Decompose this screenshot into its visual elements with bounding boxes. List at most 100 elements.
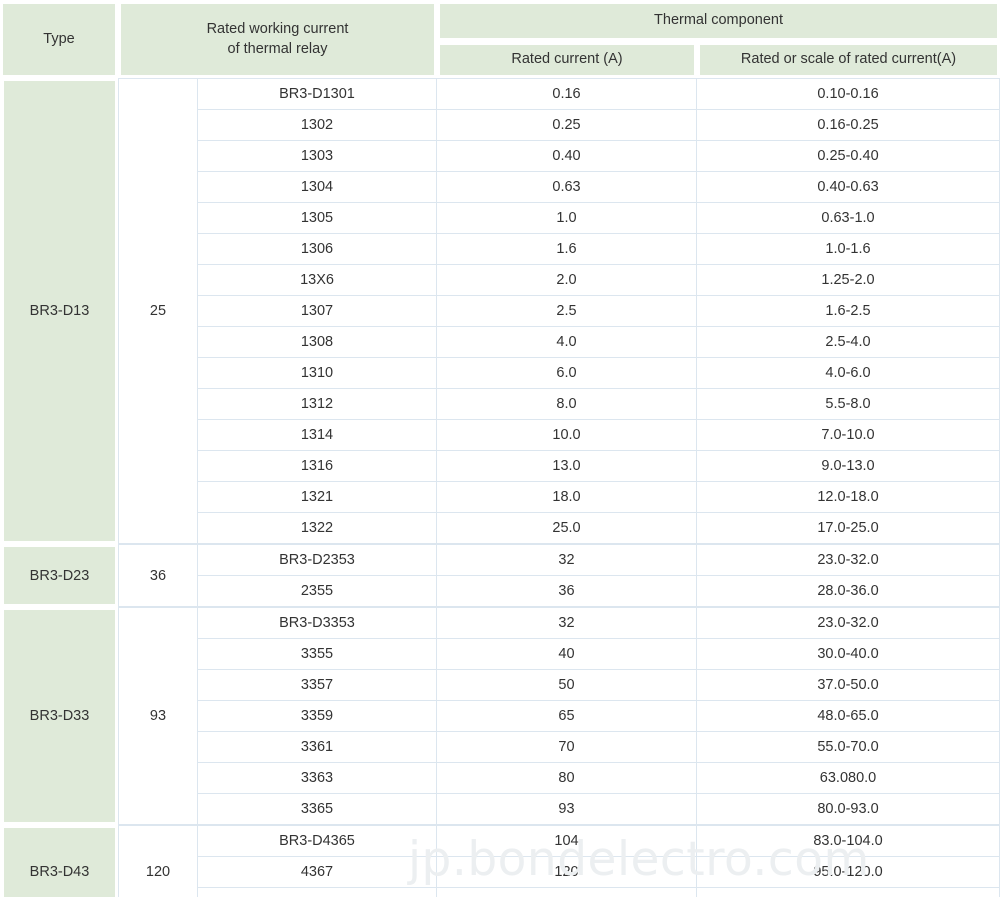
rated-current-cell: 6.0 bbox=[437, 358, 697, 389]
rated-current-cell: 10.0 bbox=[437, 420, 697, 451]
component-code-cell: 1310 bbox=[198, 358, 437, 389]
rated-scale-cell: 95.0-120.0 bbox=[697, 857, 1000, 888]
component-code-cell: 1314 bbox=[198, 420, 437, 451]
component-code-cell: 1308 bbox=[198, 327, 437, 358]
component-code-cell: BR3-D2353 bbox=[198, 544, 437, 576]
header-row-top: Type Rated working current of thermal re… bbox=[0, 0, 1000, 78]
component-code-cell: BR3-D3353 bbox=[198, 607, 437, 639]
rated-scale-cell: 1.0-1.6 bbox=[697, 234, 1000, 265]
rated-scale-cell: 110.0-140.0 bbox=[697, 888, 1000, 897]
table-row: BR3-D13 25 BR3-D1301 0.16 0.10-0.16 bbox=[0, 78, 1000, 544]
rated-current-cell: 70 bbox=[437, 732, 697, 763]
rated-scale-cell: 1.25-2.0 bbox=[697, 265, 1000, 296]
rated-working-current-cell: 93 bbox=[118, 607, 198, 825]
header-type: Type bbox=[0, 0, 118, 78]
rated-current-cell: 2.5 bbox=[437, 296, 697, 327]
rated-scale-cell: 80.0-93.0 bbox=[697, 794, 1000, 825]
spec-table-page: Type Rated working current of thermal re… bbox=[0, 0, 1000, 897]
component-code-cell: 3365 bbox=[198, 794, 437, 825]
rated-scale-cell: 63.080.0 bbox=[697, 763, 1000, 794]
rated-scale-cell: 30.0-40.0 bbox=[697, 639, 1000, 670]
rated-scale-cell: 9.0-13.0 bbox=[697, 451, 1000, 482]
table-row: BR3-D23 36 BR3-D2353 32 23.0-32.0 bbox=[0, 544, 1000, 607]
rated-working-current-cell: 25 bbox=[118, 78, 198, 544]
rated-current-cell: 0.63 bbox=[437, 172, 697, 203]
rated-current-cell: 0.40 bbox=[437, 141, 697, 172]
header-thermal-component: Thermal component bbox=[437, 0, 1000, 41]
rated-scale-cell: 23.0-32.0 bbox=[697, 607, 1000, 639]
component-code-cell: 1304 bbox=[198, 172, 437, 203]
rated-current-cell: 18.0 bbox=[437, 482, 697, 513]
rated-scale-cell: 17.0-25.0 bbox=[697, 513, 1000, 544]
table-header: Type Rated working current of thermal re… bbox=[0, 0, 1000, 78]
rated-scale-cell: 48.0-65.0 bbox=[697, 701, 1000, 732]
component-code-cell: 3355 bbox=[198, 639, 437, 670]
header-rated-current: Rated current (A) bbox=[437, 41, 697, 78]
rated-current-cell: 1.0 bbox=[437, 203, 697, 234]
rated-current-cell: 1.6 bbox=[437, 234, 697, 265]
rated-current-cell: 32 bbox=[437, 544, 697, 576]
component-code-cell: 3357 bbox=[198, 670, 437, 701]
component-code-cell: 1302 bbox=[198, 110, 437, 141]
rated-current-cell: 80 bbox=[437, 763, 697, 794]
component-code-cell: 3361 bbox=[198, 732, 437, 763]
rated-scale-cell: 1.6-2.5 bbox=[697, 296, 1000, 327]
rated-current-cell: 4.0 bbox=[437, 327, 697, 358]
type-group-cell: BR3-D23 bbox=[0, 544, 118, 607]
rated-current-cell: 104 bbox=[437, 825, 697, 857]
header-rated-working-current-line1: Rated working current bbox=[206, 20, 349, 37]
rated-scale-cell: 0.63-1.0 bbox=[697, 203, 1000, 234]
component-code-cell: 3359 bbox=[198, 701, 437, 732]
component-code-cell: 4367 bbox=[198, 857, 437, 888]
component-code-cell: BR3-D4365 bbox=[198, 825, 437, 857]
component-code-cell: 1306 bbox=[198, 234, 437, 265]
component-code-cell: 1303 bbox=[198, 141, 437, 172]
component-code-cell: 1305 bbox=[198, 203, 437, 234]
table-row: BR3-D43 120 BR3-D4365 104 83.0-104.0 bbox=[0, 825, 1000, 897]
rated-scale-cell: 0.10-0.16 bbox=[697, 78, 1000, 110]
table-body: BR3-D13 25 BR3-D1301 0.16 0.10-0.16 1302 0.25 0… bbox=[0, 78, 1000, 897]
component-code-cell: BR3-D1301 bbox=[198, 78, 437, 110]
rated-scale-cell: 0.25-0.40 bbox=[697, 141, 1000, 172]
rated-scale-cell: 7.0-10.0 bbox=[697, 420, 1000, 451]
component-code-cell: 1312 bbox=[198, 389, 437, 420]
component-code-cell: 13X6 bbox=[198, 265, 437, 296]
rated-current-cell: 140 bbox=[437, 888, 697, 897]
component-code-cell: 4369 bbox=[198, 888, 437, 897]
component-code-cell: 2355 bbox=[198, 576, 437, 607]
component-code-cell: 1316 bbox=[198, 451, 437, 482]
rated-current-cell: 36 bbox=[437, 576, 697, 607]
rated-working-current-cell: 36 bbox=[118, 544, 198, 607]
rated-current-cell: 13.0 bbox=[437, 451, 697, 482]
rated-current-cell: 32 bbox=[437, 607, 697, 639]
rated-scale-cell: 23.0-32.0 bbox=[697, 544, 1000, 576]
component-code-cell: 3363 bbox=[198, 763, 437, 794]
component-code-cell: 1322 bbox=[198, 513, 437, 544]
header-rated-scale: Rated or scale of rated current(A) bbox=[697, 41, 1000, 78]
component-code-cell: 1307 bbox=[198, 296, 437, 327]
table-row: BR3-D33 93 BR3-D3353 32 23.0-32.0 bbox=[0, 607, 1000, 825]
rated-current-cell: 93 bbox=[437, 794, 697, 825]
rated-working-current-cell: 120 bbox=[118, 825, 198, 897]
type-group-cell: BR3-D33 bbox=[0, 607, 118, 825]
rated-scale-cell: 0.16-0.25 bbox=[697, 110, 1000, 141]
rated-current-cell: 50 bbox=[437, 670, 697, 701]
rated-scale-cell: 2.5-4.0 bbox=[697, 327, 1000, 358]
rated-scale-cell: 5.5-8.0 bbox=[697, 389, 1000, 420]
rated-current-cell: 0.25 bbox=[437, 110, 697, 141]
rated-scale-cell: 83.0-104.0 bbox=[697, 825, 1000, 857]
rated-current-cell: 25.0 bbox=[437, 513, 697, 544]
header-rated-working-current-line2: of thermal relay bbox=[227, 40, 328, 57]
type-group-cell: BR3-D43 bbox=[0, 825, 118, 897]
rated-scale-cell: 12.0-18.0 bbox=[697, 482, 1000, 513]
rated-current-cell: 0.16 bbox=[437, 78, 697, 110]
type-group-cell: BR3-D13 bbox=[0, 78, 118, 544]
rated-scale-cell: 28.0-36.0 bbox=[697, 576, 1000, 607]
rated-current-cell: 65 bbox=[437, 701, 697, 732]
rated-scale-cell: 0.40-0.63 bbox=[697, 172, 1000, 203]
component-code-cell: 1321 bbox=[198, 482, 437, 513]
rated-current-cell: 120 bbox=[437, 857, 697, 888]
rated-scale-cell: 4.0-6.0 bbox=[697, 358, 1000, 389]
rated-current-cell: 40 bbox=[437, 639, 697, 670]
header-rated-working-current: Rated working current of thermal relay bbox=[118, 0, 437, 78]
